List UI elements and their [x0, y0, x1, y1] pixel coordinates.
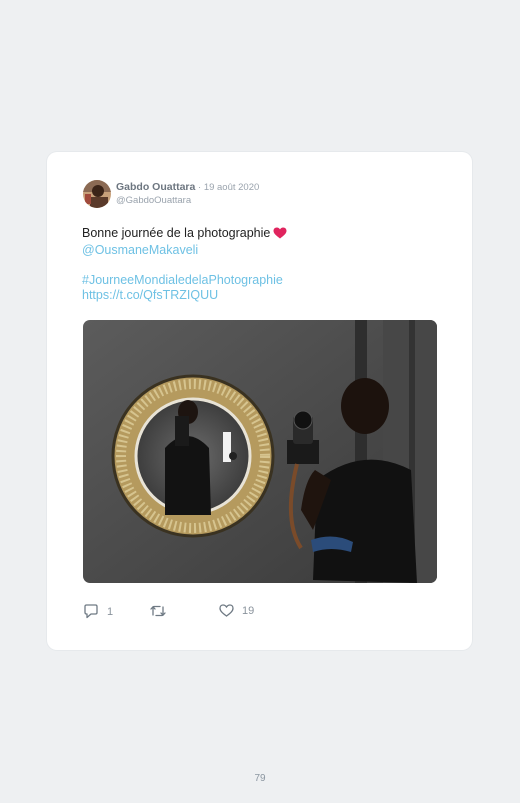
- retweet-button[interactable]: [149, 604, 167, 618]
- retweet-icon: [149, 604, 167, 618]
- tweet-body: Bonne journée de la photographie: [82, 226, 271, 240]
- like-count: 19: [242, 604, 255, 617]
- mention-link[interactable]: @OusmaneMakaveli: [82, 243, 442, 258]
- page-number: 79: [254, 773, 266, 784]
- author-handle[interactable]: @GabdoOuattara: [116, 195, 191, 206]
- author-name[interactable]: Gabdo Ouattara: [116, 181, 195, 193]
- reply-count: 1: [107, 605, 114, 618]
- like-button[interactable]: 19: [219, 604, 254, 617]
- like-icon: [219, 604, 234, 617]
- hashtag-link[interactable]: #JourneeMondialedelaPhotographie: [82, 273, 442, 288]
- tweet-text: Bonne journée de la photographie @Ousman…: [82, 226, 442, 303]
- reply-button[interactable]: 1: [83, 604, 113, 619]
- tweet-card: Gabdo Ouattara · 19 août 2020 @GabdoOuat…: [47, 152, 472, 650]
- tweet-date[interactable]: 19 août 2020: [204, 182, 259, 193]
- url-link[interactable]: https://t.co/QfsTRZIQUU: [82, 288, 442, 303]
- date-separator: ·: [195, 182, 204, 193]
- tweet-actions: 1 19: [82, 604, 442, 624]
- reply-icon: [83, 604, 99, 619]
- red-heart-icon: [273, 227, 287, 243]
- author-line: Gabdo Ouattara · 19 août 2020: [116, 181, 259, 193]
- tweet-photo[interactable]: [83, 320, 437, 583]
- avatar[interactable]: [83, 180, 111, 208]
